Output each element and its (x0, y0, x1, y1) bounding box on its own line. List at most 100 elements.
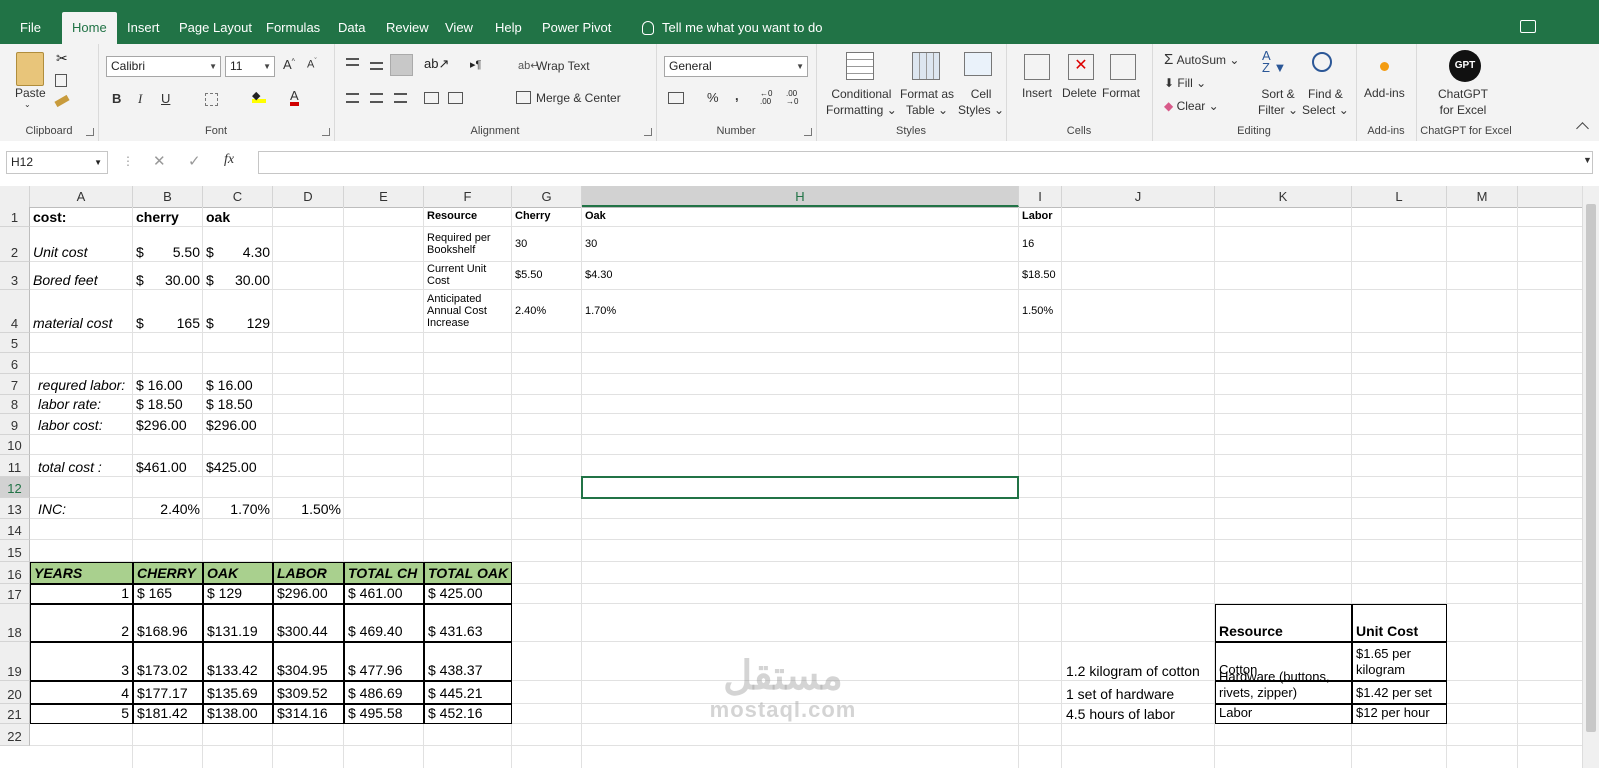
decrease-decimal-icon[interactable]: .00 →0 (786, 90, 798, 106)
row-header-21[interactable]: 21 (0, 704, 30, 724)
years-cell-f21[interactable]: $ 452.16 (424, 704, 512, 724)
years-cell-a18[interactable]: 2 (30, 604, 133, 642)
years-cell-b20[interactable]: $177.17 (133, 681, 203, 704)
years-cell-b17[interactable]: $ 165 (133, 584, 203, 604)
fill-color-icon[interactable]: ◆ (252, 91, 266, 103)
years-cell-e21[interactable]: $ 495.58 (344, 704, 424, 724)
years-header-e[interactable]: TOTAL CH (344, 562, 424, 584)
cell-c2[interactable]: $4.30 (203, 227, 273, 262)
column-header-l[interactable]: L (1352, 186, 1447, 207)
cell-c13[interactable]: 1.70% (203, 498, 273, 519)
years-header-b[interactable]: CHERRY (133, 562, 203, 584)
paste-icon[interactable] (16, 52, 44, 86)
years-cell-f17[interactable]: $ 425.00 (424, 584, 512, 604)
resource-cell-1-1[interactable]: $1.42 per set (1352, 681, 1447, 704)
cell-a13[interactable]: INC: (30, 498, 133, 519)
resource-header-1[interactable]: Unit Cost (1352, 604, 1447, 642)
merge-center-icon[interactable] (516, 91, 531, 104)
row-header-6[interactable]: 6 (0, 353, 30, 374)
comments-icon[interactable] (1520, 20, 1536, 33)
cell-b13[interactable]: 2.40% (133, 498, 203, 519)
years-cell-a21[interactable]: 5 (30, 704, 133, 724)
column-header-d[interactable]: D (273, 186, 344, 207)
column-header-g[interactable]: G (512, 186, 582, 207)
years-cell-c20[interactable]: $135.69 (203, 681, 273, 704)
tab-page-layout[interactable]: Page Layout (169, 12, 262, 44)
cell-h3[interactable]: $4.30 (582, 262, 1019, 290)
column-header-b[interactable]: B (133, 186, 203, 207)
cell-b11[interactable]: $461.00 (133, 455, 203, 477)
row-header-17[interactable]: 17 (0, 584, 30, 604)
cell-a7[interactable]: requred labor: (30, 374, 133, 395)
row-header-16[interactable]: 16 (0, 562, 30, 584)
scrollbar-thumb[interactable] (1586, 204, 1596, 732)
addins-icon[interactable] (1380, 62, 1389, 71)
cell-styles-button[interactable]: Cell Styles ⌄ (958, 86, 1004, 118)
align-middle-icon[interactable] (370, 62, 383, 70)
cell-j21[interactable]: 4.5 hours of labor (1062, 704, 1222, 724)
tab-formulas[interactable]: Formulas (256, 12, 330, 44)
row-header-20[interactable]: 20 (0, 681, 30, 704)
cell-f1[interactable]: Resource (424, 207, 512, 227)
column-header-c[interactable]: C (203, 186, 273, 207)
vertical-scrollbar[interactable] (1582, 186, 1599, 768)
years-cell-e18[interactable]: $ 469.40 (344, 604, 424, 642)
tab-power-pivot[interactable]: Power Pivot (532, 12, 621, 44)
cell-b2[interactable]: $5.50 (133, 227, 203, 262)
comma-button[interactable]: , (735, 88, 739, 103)
column-header-a[interactable]: A (30, 186, 133, 207)
cell-c4[interactable]: $129 (203, 290, 273, 333)
delete-cells-icon[interactable]: ✕ (1068, 54, 1094, 80)
font-launcher-icon[interactable] (322, 128, 330, 136)
conditional-formatting-icon[interactable] (846, 52, 874, 80)
chatgpt-logo-icon[interactable]: GPT (1449, 50, 1481, 82)
row-header-10[interactable]: 10 (0, 435, 30, 455)
years-cell-d17[interactable]: $296.00 (273, 584, 344, 604)
years-cell-d18[interactable]: $300.44 (273, 604, 344, 642)
years-cell-b19[interactable]: $173.02 (133, 642, 203, 681)
cut-icon[interactable]: ✂ (56, 50, 68, 67)
cell-f3[interactable]: Current Unit Cost (424, 262, 512, 290)
column-header-f[interactable]: F (424, 186, 512, 207)
row-header-14[interactable]: 14 (0, 519, 30, 540)
row-header-1[interactable]: 1 (0, 207, 30, 227)
name-box[interactable]: H12 ▼ (6, 151, 108, 174)
cell-g4[interactable]: 2.40% (512, 290, 582, 333)
cell-a8[interactable]: labor rate: (30, 395, 133, 414)
font-name-combo[interactable]: Calibri ▼ (106, 56, 221, 77)
resource-cell-0-1[interactable]: $1.65 per kilogram (1352, 642, 1447, 681)
cell-i4[interactable]: 1.50% (1019, 290, 1062, 333)
row-header-5[interactable]: 5 (0, 333, 30, 353)
find-icon[interactable] (1312, 52, 1332, 72)
cell-a1[interactable]: cost: (30, 207, 133, 227)
column-header-j[interactable]: J (1062, 186, 1215, 207)
cancel-icon[interactable]: ✕ (153, 152, 166, 170)
expand-formula-icon[interactable]: ▼ (1583, 155, 1592, 165)
cell-c9[interactable]: $296.00 (203, 414, 273, 435)
years-header-c[interactable]: OAK (203, 562, 273, 584)
number-launcher-icon[interactable] (804, 128, 812, 136)
years-cell-a17[interactable]: 1 (30, 584, 133, 604)
cell-a3[interactable]: Bored feet (30, 262, 133, 290)
cell-c3[interactable]: $30.00 (203, 262, 273, 290)
cell-d13[interactable]: 1.50% (273, 498, 344, 519)
row-header-2[interactable]: 2 (0, 227, 30, 262)
addins-button[interactable]: Add-ins (1364, 86, 1405, 100)
cell-h4[interactable]: 1.70% (582, 290, 1019, 333)
align-left-icon[interactable] (346, 93, 359, 103)
bold-button[interactable]: B (112, 91, 121, 106)
years-cell-a20[interactable]: 4 (30, 681, 133, 704)
tab-help[interactable]: Help (485, 12, 532, 44)
number-format-combo[interactable]: General ▼ (664, 56, 808, 77)
cell-b1[interactable]: cherry (133, 207, 203, 227)
row-header-4[interactable]: 4 (0, 290, 30, 333)
cell-g3[interactable]: $5.50 (512, 262, 582, 290)
row-header-15[interactable]: 15 (0, 540, 30, 562)
years-cell-c21[interactable]: $138.00 (203, 704, 273, 724)
align-bottom-icon[interactable] (390, 54, 413, 76)
cell-b3[interactable]: $30.00 (133, 262, 203, 290)
cell-h2[interactable]: 30 (582, 227, 1019, 262)
row-header-22[interactable]: 22 (0, 724, 30, 746)
paste-dropdown-icon[interactable]: ⌄ (24, 100, 31, 109)
years-cell-a19[interactable]: 3 (30, 642, 133, 681)
